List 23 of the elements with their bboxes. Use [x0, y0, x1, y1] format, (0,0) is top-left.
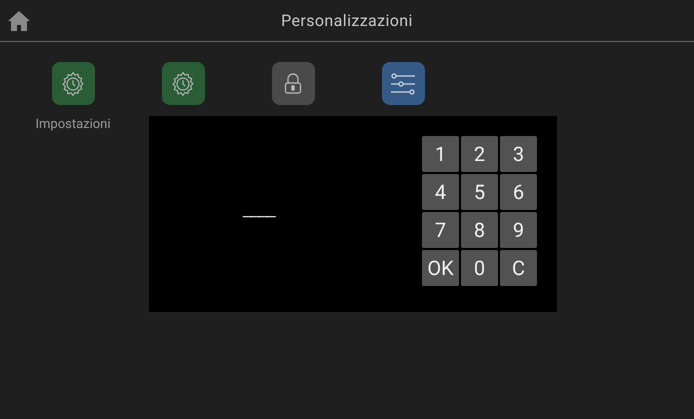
pin-display: ____ [243, 200, 275, 220]
keypad-key[interactable]: 2 [461, 136, 498, 172]
keypad-key[interactable]: 4 [422, 174, 459, 210]
clock-gear-icon [60, 70, 86, 96]
home-icon[interactable] [7, 10, 31, 32]
settings-tile[interactable] [272, 62, 314, 105]
keypad-key[interactable]: 0 [461, 250, 498, 286]
settings-tile[interactable] [52, 62, 94, 105]
keypad-key[interactable]: 5 [461, 174, 498, 210]
keypad-key[interactable]: 1 [422, 136, 459, 172]
page-title: Personalizzazioni [281, 10, 413, 32]
tile-label: Impostazioni [35, 116, 111, 134]
settings-tile[interactable] [162, 62, 204, 105]
keypad-key[interactable]: 7 [422, 212, 459, 248]
clock-gear-icon [170, 70, 196, 96]
keypad-key[interactable]: OK [422, 250, 459, 286]
keypad-key[interactable]: 8 [461, 212, 498, 248]
settings-tile[interactable] [382, 62, 424, 105]
keypad-key[interactable]: 9 [500, 212, 537, 248]
keypad-key[interactable]: C [500, 250, 537, 286]
keypad-key[interactable]: 6 [500, 174, 537, 210]
keypad-key[interactable]: 3 [500, 136, 537, 172]
padlock-icon [283, 72, 303, 94]
